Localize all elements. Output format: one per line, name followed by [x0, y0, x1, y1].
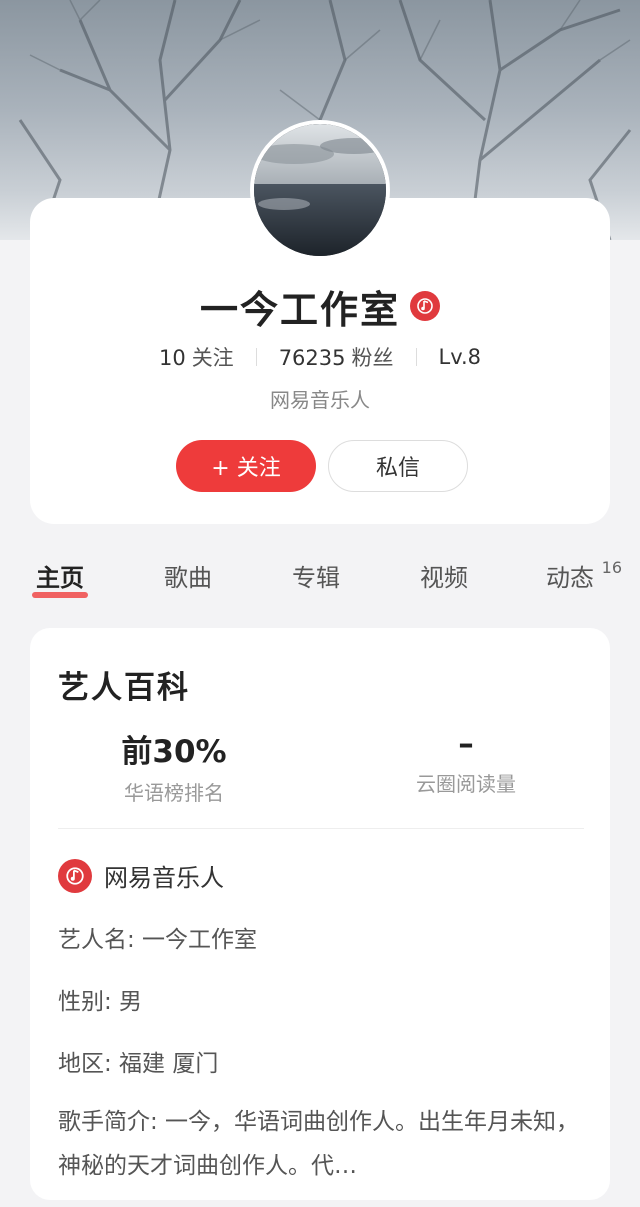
- fans-stat[interactable]: 76235 粉丝: [257, 342, 416, 372]
- artist-name: 一今工作室: [199, 287, 400, 332]
- tab-label: 主页: [36, 564, 84, 592]
- fans-label: 粉丝: [351, 346, 394, 370]
- activity-count-badge: 16: [601, 558, 622, 577]
- message-button[interactable]: 私信: [328, 440, 468, 492]
- artist-name-field: 艺人名: 一今工作室: [58, 927, 258, 953]
- artist-wiki-card: 艺人百科 前30% 华语榜排名 – 云圈阅读量 网易音乐人 艺人名: 一今工作室…: [30, 628, 610, 1200]
- region-field: 地区: 福建 厦门: [58, 1051, 219, 1077]
- artist-subtitle: 网易音乐人: [270, 388, 370, 412]
- tab-label: 动态: [546, 564, 594, 592]
- card-divider: [58, 828, 584, 829]
- role-label: 网易音乐人: [104, 864, 224, 892]
- following-label: 关注: [191, 346, 234, 370]
- read-count-value: –: [458, 726, 474, 762]
- card-title: 艺人百科: [58, 670, 190, 706]
- follow-button[interactable]: + 关注: [176, 440, 316, 492]
- chart-rank-label: 华语榜排名: [124, 781, 224, 805]
- read-count-metric[interactable]: – 云圈阅读量: [366, 726, 566, 797]
- tab-label: 视频: [420, 564, 468, 592]
- gender-field: 性别: 男: [58, 989, 143, 1015]
- profile-stats: 10 关注 76235 粉丝 Lv.8: [0, 340, 640, 374]
- profile-name-row: 一今工作室: [0, 282, 640, 332]
- sea-horizon-image: [254, 124, 386, 256]
- read-count-label: 云圈阅读量: [416, 772, 516, 796]
- chart-rank-value: 前30%: [121, 734, 227, 770]
- artist-bio[interactable]: 歌手简介: 一今，华语词曲创作人。出生年月未知，神秘的天才词曲创作人。代…: [58, 1100, 582, 1188]
- tab-bar: 主页 歌曲 专辑 视频 动态 16: [0, 556, 640, 606]
- chart-rank-metric[interactable]: 前30% 华语榜排名: [74, 726, 274, 806]
- following-count: 10: [158, 346, 186, 370]
- active-tab-indicator: [32, 592, 88, 598]
- tab-videos[interactable]: 视频: [420, 556, 468, 600]
- avatar[interactable]: [250, 120, 390, 260]
- tab-songs[interactable]: 歌曲: [164, 556, 212, 600]
- tab-label: 歌曲: [164, 564, 212, 592]
- tab-albums[interactable]: 专辑: [292, 556, 340, 600]
- tab-activity[interactable]: 动态 16: [546, 556, 622, 600]
- music-note-badge-icon: [58, 858, 92, 893]
- tab-home[interactable]: 主页: [32, 556, 88, 600]
- following-stat[interactable]: 10 关注: [137, 342, 256, 372]
- fans-count: 76235: [278, 346, 346, 370]
- role-row: 网易音乐人: [58, 858, 224, 893]
- level-stat[interactable]: Lv.8: [417, 345, 504, 369]
- tab-label: 专辑: [292, 564, 340, 592]
- music-note-badge-icon: [410, 291, 440, 321]
